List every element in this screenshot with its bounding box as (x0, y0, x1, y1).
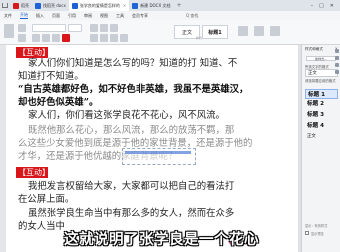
line-spacing-icon[interactable] (120, 34, 128, 42)
align-right-icon[interactable] (110, 34, 118, 42)
select-icon[interactable] (270, 26, 280, 36)
paragraph-line: 我把发言权留给大家，大家都可以把自己的看法打 (28, 181, 235, 192)
tab-bar: 稻壳 找稻壳 docx 张学良的爱情是怎样的 ✕ 新建 DOCX 文档 + – □… (0, 0, 340, 11)
style-item-heading-4[interactable]: 标题 4 (305, 121, 338, 129)
tab-current-document[interactable]: 张学良的爱情是怎样的 ✕ (68, 0, 130, 11)
paragraph-line: 的女人当中 (18, 221, 65, 232)
select-icon[interactable] (335, 56, 339, 60)
italic-icon[interactable] (42, 34, 50, 42)
menu-tools[interactable]: 工具 (116, 13, 124, 19)
menu-view[interactable]: 视图 (100, 13, 108, 19)
window-controls: – □ ✕ (311, 3, 340, 9)
copy-icon[interactable] (18, 34, 26, 42)
apply-format-label: 请选择要应用的格式 (305, 79, 336, 83)
close-icon[interactable]: ✕ (123, 3, 126, 8)
paste-icon[interactable] (4, 24, 14, 38)
paragraph-line: 在公屏上面。 (18, 194, 75, 205)
number-list-icon[interactable] (100, 24, 108, 32)
menu-member[interactable]: 会员专享 (132, 13, 148, 19)
show-preview-label: 显示预览 (311, 232, 324, 236)
paragraph-line: 既然他那么花心，那么风流，那么的放荡不羁，那 (28, 125, 235, 136)
indent-icon[interactable] (110, 24, 118, 32)
menu-reference[interactable]: 引用 (68, 13, 76, 19)
tab-label: 张学良的爱情是怎样的 (79, 2, 120, 8)
floating-selection-box[interactable] (122, 148, 196, 165)
interaction-tag: 【互动】 (16, 47, 50, 58)
interaction-tag: 【互动】 (16, 167, 50, 178)
help-icon[interactable] (335, 70, 339, 74)
search-button[interactable]: Q 查找 (186, 13, 198, 19)
video-subtitle: 这就说明了张学良是一个花心 (64, 232, 259, 248)
tab-label: 新建 DOCX 文档 (140, 2, 171, 8)
panel-title: 样式和格式 (305, 47, 323, 51)
maximize-icon[interactable]: □ (319, 3, 324, 9)
tab-docer[interactable]: 稻壳 (10, 0, 32, 11)
cut-icon[interactable] (18, 24, 26, 32)
bold-icon[interactable] (32, 34, 40, 42)
side-toolbar (334, 46, 340, 106)
menu-review[interactable]: 审阅 (84, 13, 92, 19)
style-group-label: 样式 (196, 36, 203, 40)
paragraph-line: 家人们你们知道是怎么写的吗？知道的打 知道、不 (28, 58, 238, 69)
font-size-select[interactable] (68, 24, 82, 32)
style-item-normal[interactable]: 正文 (305, 133, 338, 139)
menu-home[interactable]: 开始 (20, 12, 28, 19)
show-styles-label[interactable]: 显示：有效样式 (305, 223, 327, 228)
align-center-icon[interactable] (100, 34, 108, 42)
tab-new-docx[interactable]: 新建 DOCX 文档 (129, 0, 173, 11)
home-icon (2, 3, 8, 8)
doc-icon (71, 2, 78, 9)
replace-icon[interactable] (254, 26, 264, 36)
tab-label: 稻壳 (21, 2, 29, 8)
menu-bar: 文件 开始 插入 页面 引用 审阅 视图 工具 会员专享 Q 查找 (0, 11, 340, 20)
text-tools-icon[interactable] (238, 26, 248, 36)
underline-icon[interactable] (52, 34, 60, 42)
menu-page[interactable]: 页面 (52, 13, 60, 19)
doc-icon (132, 2, 139, 9)
font-color-icon[interactable] (62, 34, 70, 42)
wps-icon (13, 2, 19, 9)
style-item-heading-3[interactable]: 标题 3 (305, 110, 338, 118)
bullet-list-icon[interactable] (90, 24, 98, 32)
menu-insert[interactable]: 插入 (36, 13, 44, 19)
tab-find-docer[interactable]: 找稻壳 docx (32, 0, 69, 11)
paragraph-line: 虽然张学良生命当中有那么多的女人，然而在众多 (28, 208, 235, 219)
new-tab-button[interactable]: + (174, 0, 185, 11)
style-icon[interactable] (335, 49, 339, 53)
doc-icon (35, 2, 41, 9)
document-page[interactable]: 【互动】 家人们你们知道是怎么写的吗？知道的打 知道、不 知道打不知道。 “自古… (6, 45, 298, 252)
tab-label: 找稻壳 docx (43, 2, 66, 8)
align-left-icon[interactable] (90, 34, 98, 42)
style-heading-1[interactable]: 标题1 (202, 25, 228, 39)
property-icon[interactable] (335, 63, 339, 67)
quote-line: 却也好色似英雄”。 (18, 97, 99, 108)
close-window-icon[interactable]: ✕ (330, 3, 334, 9)
preview-checkbox[interactable] (305, 231, 309, 235)
home-button[interactable] (0, 0, 10, 11)
selection-bar (125, 151, 191, 154)
new-style-button[interactable]: 新样式... (306, 56, 336, 61)
paragraph-line: 家人们，你们看这张学良花不花心，风不风流。 (28, 110, 225, 121)
menu-file[interactable]: 文件 (4, 13, 12, 19)
font-family-select[interactable] (32, 24, 66, 32)
quote-line: “自古英雄都好色，如不好色非英雄，我虽不是英雄汉， (18, 84, 249, 95)
minimize-icon[interactable]: – (311, 3, 314, 9)
paragraph-line: 知道打不知道。 (18, 71, 84, 82)
